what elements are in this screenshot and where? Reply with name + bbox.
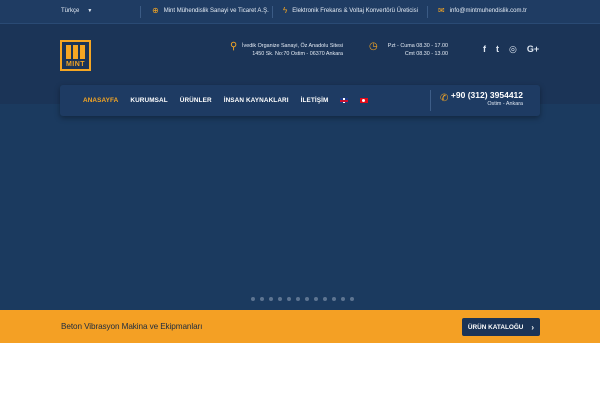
- nav-item-iletisim[interactable]: İLETİŞİM: [301, 97, 329, 104]
- divider: [272, 6, 273, 18]
- slider-dot[interactable]: [296, 297, 300, 301]
- uk-flag-icon[interactable]: [340, 98, 349, 103]
- page-content: [0, 343, 600, 400]
- catalog-button-label: ÜRÜN KATALOĞU: [467, 323, 524, 331]
- slider-dot[interactable]: [332, 297, 336, 301]
- instagram-icon[interactable]: ◎: [509, 44, 517, 55]
- mail-icon: ✉: [438, 6, 445, 15]
- language-label: Türkçe: [61, 8, 80, 14]
- lightning-icon: ϟ: [283, 6, 288, 15]
- turkey-flag-icon[interactable]: [360, 98, 369, 103]
- cta-text: Beton Vibrasyon Makina ve Ekipmanları: [61, 322, 203, 331]
- slider-dot[interactable]: [341, 297, 345, 301]
- main-nav: ANASAYFA KURUMSAL ÜRÜNLER İNSAN KAYNAKLA…: [60, 85, 540, 116]
- slider-dot[interactable]: [251, 297, 255, 301]
- divider: [140, 6, 141, 18]
- chevron-right-icon: ›: [531, 322, 535, 332]
- google-plus-icon[interactable]: G+: [527, 44, 539, 55]
- hero-slider: [0, 104, 600, 310]
- phone-block: +90 (312) 3954412 Ostim - Ankara: [451, 90, 523, 107]
- facebook-icon[interactable]: f: [483, 44, 486, 55]
- phone-icon: ✆: [440, 93, 449, 104]
- divider: [430, 90, 431, 111]
- nav-item-urunler[interactable]: ÜRÜNLER: [180, 97, 212, 104]
- slider-dot[interactable]: [260, 297, 264, 301]
- nav-item-anasayfa[interactable]: ANASAYFA: [83, 97, 118, 104]
- nav-item-insan-kaynaklari[interactable]: İNSAN KAYNAKLARI: [224, 97, 289, 104]
- language-selector[interactable]: Türkçe ▼: [61, 8, 92, 14]
- tagline-info: ϟ Elektronik Frekans & Voltaj Konvertörü…: [283, 7, 418, 15]
- top-bar: Türkçe ▼ ⊕ Mint Mühendislik Sanayi ve Ti…: [0, 0, 600, 24]
- company-info: ⊕ Mint Mühendislik Sanayi ve Ticaret A.Ş…: [152, 7, 269, 15]
- hours-line-1: Pzt - Cuma 08.30 - 17.00: [387, 43, 448, 49]
- logo[interactable]: MINT: [60, 40, 91, 71]
- address-line-1: İvedik Organize Sanayi, Öz Anadolu Sites…: [242, 43, 343, 49]
- social-links: f t ◎ G+: [483, 44, 539, 55]
- company-name: Mint Mühendislik Sanayi ve Ticaret A.Ş.: [163, 8, 269, 14]
- phone-number[interactable]: +90 (312) 3954412: [451, 90, 523, 100]
- phone-location: Ostim - Ankara: [487, 101, 523, 107]
- cta-bar: Beton Vibrasyon Makina ve Ekipmanları ÜR…: [0, 310, 600, 343]
- logo-text: MINT: [65, 61, 86, 68]
- slider-dot[interactable]: [350, 297, 354, 301]
- logo-mark: [66, 45, 85, 59]
- slider-dot[interactable]: [314, 297, 318, 301]
- nav-item-kurumsal[interactable]: KURUMSAL: [130, 97, 167, 104]
- slider-dots: [251, 297, 354, 301]
- slider-dot[interactable]: [323, 297, 327, 301]
- email-link[interactable]: ✉ info@mintmuhendislik.com.tr: [438, 7, 527, 15]
- nav-links: ANASAYFA KURUMSAL ÜRÜNLER İNSAN KAYNAKLA…: [83, 85, 369, 116]
- hours-block: Pzt - Cuma 08.30 - 17.00 Cmt 08.30 - 13.…: [380, 42, 448, 58]
- twitter-icon[interactable]: t: [496, 44, 499, 55]
- globe-icon: ⊕: [152, 6, 159, 15]
- slider-dot[interactable]: [305, 297, 309, 301]
- clock-icon: ◷: [369, 41, 378, 52]
- address-block: İvedik Organize Sanayi, Öz Anadolu Sites…: [236, 42, 343, 58]
- address-line-2: 1450 Sk. No:70 Ostim - 06370 Ankara: [252, 51, 343, 57]
- slider-dot[interactable]: [269, 297, 273, 301]
- catalog-button[interactable]: ÜRÜN KATALOĞU ›: [462, 318, 540, 336]
- email-text: info@mintmuhendislik.com.tr: [449, 8, 527, 14]
- slider-dot[interactable]: [287, 297, 291, 301]
- hours-line-2: Cmt 08.30 - 13.00: [404, 51, 448, 57]
- divider: [427, 6, 428, 18]
- tagline-text: Elektronik Frekans & Voltaj Konvertörü Ü…: [292, 8, 418, 14]
- slider-dot[interactable]: [278, 297, 282, 301]
- caret-down-icon: ▼: [87, 8, 93, 14]
